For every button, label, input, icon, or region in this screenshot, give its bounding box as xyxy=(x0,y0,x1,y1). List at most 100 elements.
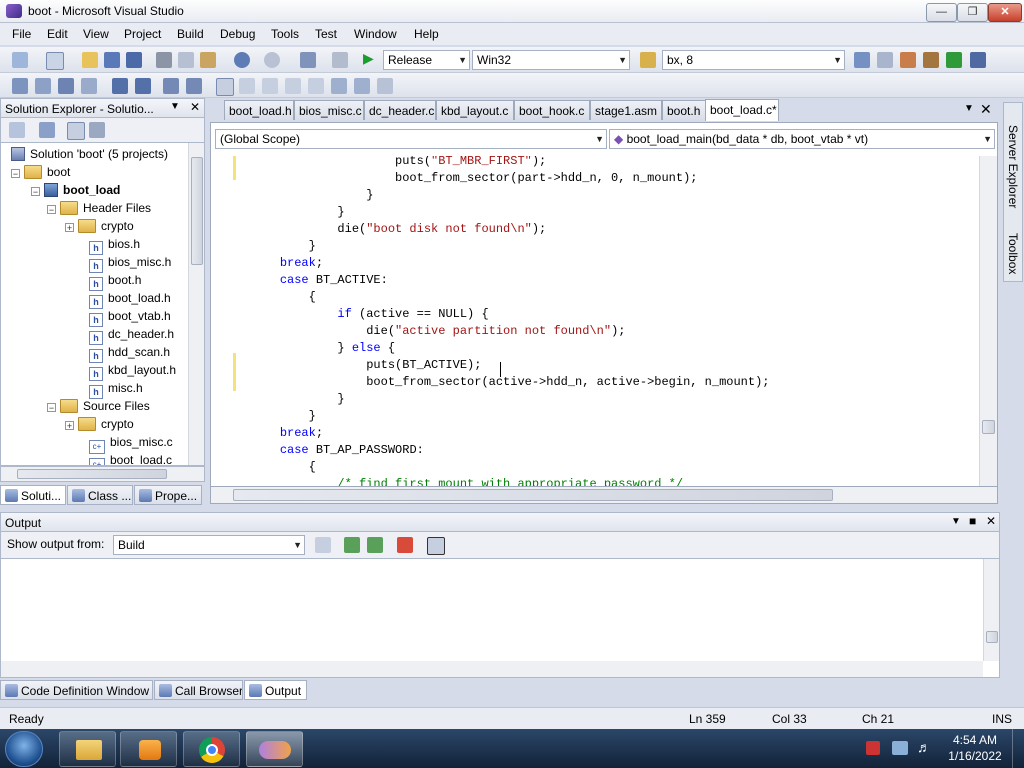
other-windows-icon[interactable] xyxy=(970,52,986,68)
parameter-info-icon[interactable] xyxy=(35,78,51,94)
tree-item-file[interactable]: h bios_misc.h xyxy=(89,253,171,273)
save-all-icon[interactable] xyxy=(126,52,142,68)
navigate-forward-icon[interactable] xyxy=(332,52,348,68)
minimize-button[interactable]: — xyxy=(926,3,957,22)
tree-item-file[interactable]: h boot.h xyxy=(89,271,141,291)
tab-output[interactable]: Output xyxy=(244,680,307,700)
word-wrap-icon[interactable] xyxy=(427,537,445,555)
doc-tab[interactable]: bios_misc.c xyxy=(294,100,364,120)
scrollbar-thumb[interactable] xyxy=(233,489,833,501)
menu-file[interactable]: File xyxy=(12,27,31,41)
menu-build[interactable]: Build xyxy=(177,27,204,41)
close-icon[interactable]: ✕ xyxy=(986,514,996,528)
tree-item-file[interactable]: h hdd_scan.h xyxy=(89,343,170,363)
tab-call-browser[interactable]: Call Browser xyxy=(154,680,243,700)
doc-tab[interactable]: stage1.asm xyxy=(590,100,662,120)
close-icon[interactable]: ✕ xyxy=(190,100,200,114)
tree-item-header-files[interactable]: − Header Files xyxy=(47,199,151,217)
clock-date[interactable]: 1/16/2022 xyxy=(944,749,1006,763)
decrease-indent-icon[interactable] xyxy=(112,78,128,94)
show-all-files-icon[interactable] xyxy=(39,122,55,138)
toolbox-icon[interactable] xyxy=(923,52,939,68)
comment-out-icon[interactable] xyxy=(163,78,179,94)
previous-bookmark-doc-icon[interactable] xyxy=(331,78,347,94)
tree-item-file[interactable]: h bios.h xyxy=(89,235,140,255)
save-icon[interactable] xyxy=(104,52,120,68)
network-icon[interactable] xyxy=(892,741,908,755)
scrollbar-thumb[interactable] xyxy=(986,631,998,643)
tree-item-crypto[interactable]: + crypto xyxy=(65,217,134,235)
new-project-icon[interactable] xyxy=(12,52,28,68)
tab-code-definition[interactable]: Code Definition Window xyxy=(0,680,153,700)
display-object-member-list-icon[interactable] xyxy=(12,78,28,94)
clear-bookmarks-icon[interactable] xyxy=(377,78,393,94)
output-vscrollbar[interactable] xyxy=(983,559,999,661)
complete-word-icon[interactable] xyxy=(81,78,97,94)
scope-combo[interactable]: (Global Scope) ▼ xyxy=(215,129,607,149)
toggle-bookmark-icon[interactable] xyxy=(216,78,234,96)
tree-item-file[interactable]: h dc_header.h xyxy=(89,325,174,345)
menu-test[interactable]: Test xyxy=(315,27,337,41)
tree-item-file[interactable]: h kbd_layout.h xyxy=(89,361,176,381)
redo-icon[interactable] xyxy=(264,52,280,68)
next-bookmark-folder-icon[interactable] xyxy=(308,78,324,94)
restore-button[interactable]: ❐ xyxy=(957,3,988,22)
output-text[interactable] xyxy=(0,558,1000,678)
taskbar-chrome[interactable] xyxy=(183,731,240,767)
tree-item-file[interactable]: h misc.h xyxy=(89,379,143,399)
tree-item-file[interactable]: c+ bios_misc.c xyxy=(89,433,173,454)
tab-solution-explorer[interactable]: Soluti... xyxy=(0,485,66,505)
previous-bookmark-folder-icon[interactable] xyxy=(285,78,301,94)
properties-window-icon[interactable] xyxy=(877,52,893,68)
navigate-backward-icon[interactable] xyxy=(300,52,316,68)
start-page-icon[interactable] xyxy=(946,52,962,68)
find-combo[interactable]: bx, 8 ▼ xyxy=(662,50,845,70)
solution-platform-combo[interactable]: Win32 ▼ xyxy=(472,50,630,70)
menu-window[interactable]: Window xyxy=(354,27,397,41)
cut-icon[interactable] xyxy=(156,52,172,68)
tree-scrollbar[interactable] xyxy=(188,143,204,465)
taskbar-media-player[interactable] xyxy=(120,731,177,767)
solution-configuration-combo[interactable]: Release ▼ xyxy=(383,50,470,70)
doc-tab[interactable]: dc_header.c xyxy=(364,100,436,120)
clock-time[interactable]: 4:54 AM xyxy=(948,733,1002,747)
increase-indent-icon[interactable] xyxy=(135,78,151,94)
clear-all-icon[interactable] xyxy=(397,537,413,553)
server-explorer-tab[interactable]: Server Explorer xyxy=(1006,125,1020,208)
copy-icon[interactable] xyxy=(178,52,194,68)
tree-hscrollbar[interactable] xyxy=(0,466,205,482)
close-button[interactable]: ✕ xyxy=(988,3,1022,22)
editor-vscrollbar[interactable] xyxy=(979,156,997,486)
undo-icon[interactable] xyxy=(234,52,250,68)
menu-tools[interactable]: Tools xyxy=(271,27,299,41)
expand-icon[interactable]: + xyxy=(65,421,74,431)
collapse-icon[interactable]: − xyxy=(47,403,56,413)
tree-item-file[interactable]: c+ boot_load.c xyxy=(89,451,172,465)
tree-item-source-files[interactable]: − Source Files xyxy=(47,397,150,415)
close-document-icon[interactable]: ✕ xyxy=(980,101,992,118)
find-message-icon[interactable] xyxy=(315,537,331,553)
previous-bookmark-icon[interactable] xyxy=(239,78,255,94)
volume-icon[interactable]: ♬ xyxy=(917,739,931,755)
tree-solution[interactable]: Solution 'boot' (5 projects) xyxy=(11,145,168,163)
output-source-combo[interactable]: Build ▼ xyxy=(113,535,305,555)
collapse-icon[interactable]: − xyxy=(47,205,56,215)
next-bookmark-icon[interactable] xyxy=(262,78,278,94)
next-bookmark-doc-icon[interactable] xyxy=(354,78,370,94)
class-diagram-icon[interactable] xyxy=(89,122,105,138)
editor-hscrollbar[interactable] xyxy=(210,486,998,504)
scrollbar-thumb[interactable] xyxy=(17,469,167,479)
tab-class-view[interactable]: Class ... xyxy=(67,485,133,505)
start-debugging-icon[interactable]: ▶ xyxy=(363,50,374,67)
menu-view[interactable]: View xyxy=(83,27,109,41)
action-center-icon[interactable] xyxy=(866,741,880,755)
open-file-icon[interactable] xyxy=(82,52,98,68)
doc-tab[interactable]: kbd_layout.c xyxy=(436,100,514,120)
pin-icon[interactable]: ▼ xyxy=(951,516,961,527)
function-combo[interactable]: ◆ boot_load_main(bd_data * db, boot_vtab… xyxy=(609,129,995,149)
paste-icon[interactable] xyxy=(200,52,216,68)
output-hscrollbar[interactable] xyxy=(1,661,983,677)
quick-info-icon[interactable] xyxy=(58,78,74,94)
tree-item-file[interactable]: h boot_load.h xyxy=(89,289,171,309)
doc-tab[interactable]: boot_load.h xyxy=(224,100,294,120)
